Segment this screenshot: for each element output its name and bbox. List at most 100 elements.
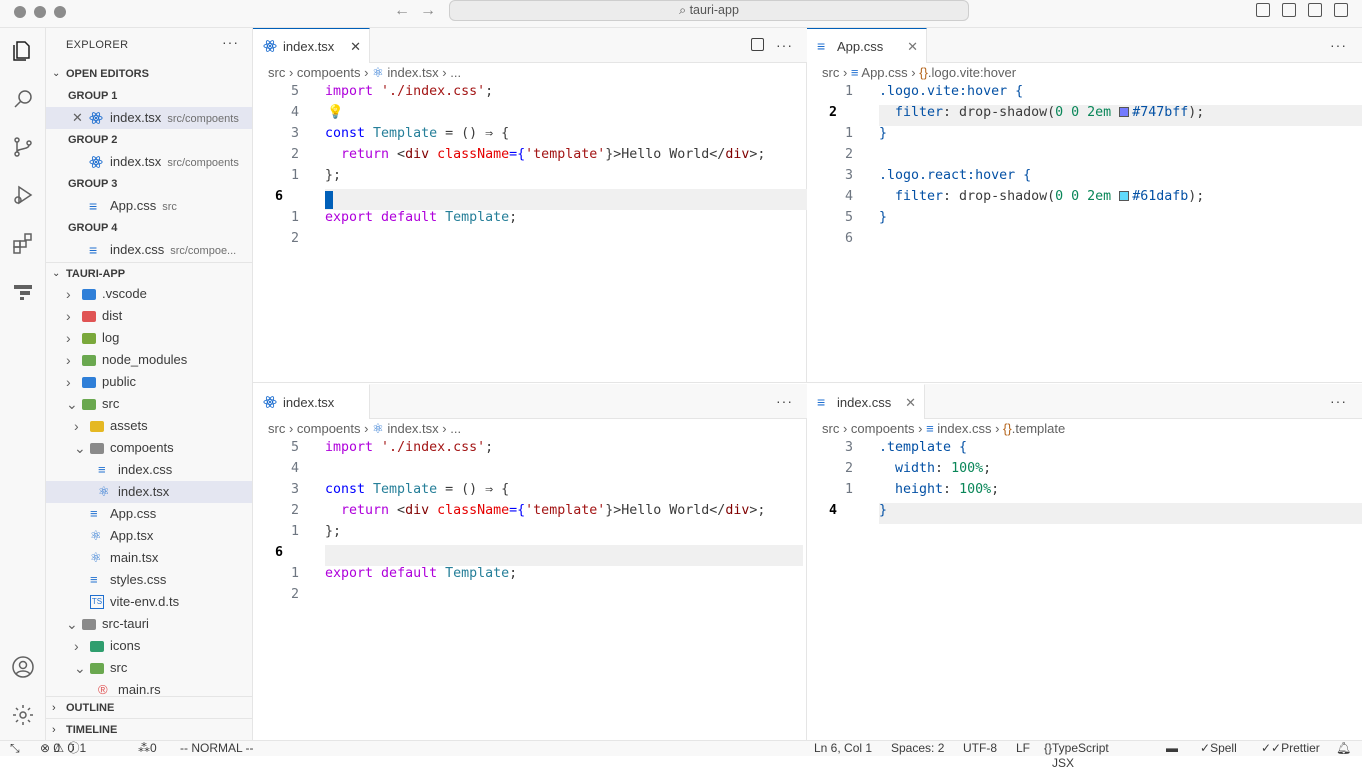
open-editors-section[interactable]: ⌄ OPEN EDITORS [46, 63, 252, 85]
notifications-bell-icon[interactable]: 🔔︎ [1336, 741, 1351, 756]
chevron-right-icon[interactable]: › [74, 635, 79, 657]
toggle-sidebar-icon[interactable] [1256, 3, 1270, 17]
tree-item[interactable]: ⌄ src [46, 393, 252, 415]
tab-index-tsx[interactable]: index.tsx ✕ [253, 28, 370, 63]
language-mode[interactable]: {} TypeScript JSX [1044, 741, 1109, 770]
code-editor[interactable]: 5 4 3 2 1 6 1 2 import './index.css'; co… [253, 440, 807, 730]
forward-arrow-icon[interactable]: → [420, 2, 436, 20]
search-icon[interactable] [8, 84, 38, 114]
spell-check[interactable]: ✓ Spell [1200, 741, 1237, 756]
chevron-right-icon[interactable]: › [66, 371, 71, 393]
breadcrumb[interactable]: src › compoents › ≡ index.css › {}.templ… [822, 421, 1065, 436]
remote-explorer-icon[interactable] [8, 276, 38, 306]
prettier[interactable]: ✓✓ Prettier [1261, 741, 1320, 756]
minimize-window-button[interactable] [34, 6, 46, 18]
chevron-down-icon[interactable]: ⌄ [74, 437, 86, 459]
source-control-icon[interactable] [8, 132, 38, 162]
more-actions-icon[interactable]: ··· [776, 37, 793, 53]
open-editor-item[interactable]: ✕ index.tsx src/compoents [46, 107, 252, 129]
color-swatch[interactable] [1119, 107, 1130, 117]
breadcrumb[interactable]: src › compoents › ⚛ index.tsx › ... [268, 65, 461, 81]
line-number-current: 6 [274, 545, 283, 560]
tree-item[interactable]: ≡ styles.css [46, 569, 252, 591]
tab-index-css[interactable]: ≡ index.css ✕ [807, 384, 925, 419]
chevron-right-icon[interactable]: › [66, 349, 71, 371]
command-center[interactable]: ⌕ tauri-app [449, 0, 969, 21]
tree-item[interactable]: TS vite-env.d.ts [46, 591, 252, 613]
close-icon[interactable]: ✕ [905, 385, 916, 420]
chevron-down-icon[interactable]: ⌄ [66, 613, 78, 635]
rust-icon: ® [98, 682, 108, 697]
ports-indicator[interactable]: ⁂ 0 [138, 741, 157, 756]
extensions-icon[interactable] [8, 228, 38, 258]
end-of-line[interactable]: LF [1016, 741, 1030, 756]
more-actions-icon[interactable]: ··· [1330, 37, 1347, 53]
open-editor-item[interactable]: ≡ App.css src [46, 195, 252, 217]
chevron-right-icon[interactable]: › [66, 283, 71, 305]
tree-item[interactable]: ⚛ App.tsx [46, 525, 252, 547]
outline-section[interactable]: › OUTLINE [46, 696, 252, 718]
close-icon[interactable]: ✕ [72, 107, 83, 129]
back-arrow-icon[interactable]: ← [394, 2, 410, 20]
lightbulb-icon[interactable]: 💡 [327, 105, 344, 120]
project-section[interactable]: ⌄ TAURI-APP [46, 262, 252, 284]
tree-item-label: index.tsx [118, 484, 170, 499]
chevron-right-icon[interactable]: › [66, 327, 71, 349]
chevron-right-icon[interactable]: › [66, 305, 71, 327]
tree-item-label: compoents [110, 440, 174, 455]
tree-item[interactable]: ⚛ main.tsx [46, 547, 252, 569]
tree-item[interactable]: › dist [46, 305, 252, 327]
file-name: index.tsx [110, 154, 162, 169]
chevron-right-icon[interactable]: › [74, 415, 79, 437]
breadcrumb[interactable]: src › compoents › ⚛ index.tsx › ... [268, 421, 461, 437]
line-number: 1 [290, 168, 299, 183]
explorer-icon[interactable] [8, 36, 38, 66]
customize-layout-icon[interactable] [1334, 3, 1348, 17]
remote-explorer-icon[interactable]: ▬ [1166, 741, 1178, 756]
tab-app-css[interactable]: ≡ App.css ✕ [807, 28, 927, 63]
cursor-position[interactable]: Ln 6, Col 1 [814, 741, 872, 756]
file-name: App.css [110, 198, 157, 213]
tree-item[interactable]: ⌄ src-tauri [46, 613, 252, 635]
toggle-secondary-sidebar-icon[interactable] [1308, 3, 1322, 17]
tree-item[interactable]: › icons [46, 635, 252, 657]
code-editor[interactable]: 5 4 3 2 1 6 1 2 import './index.css'; 💡 … [253, 84, 807, 374]
indentation[interactable]: Spaces: 2 [891, 741, 944, 756]
tree-item[interactable]: › node_modules [46, 349, 252, 371]
open-editor-item[interactable]: ≡ index.css src/compoe... [46, 239, 252, 261]
tree-item[interactable]: ≡ index.css [46, 459, 252, 481]
tree-item[interactable]: ⌄ src [46, 657, 252, 679]
close-icon[interactable]: ✕ [350, 29, 361, 64]
tree-item[interactable]: › public [46, 371, 252, 393]
code-editor[interactable]: 3 2 1 4 .template { width: 100%; height:… [807, 440, 1362, 730]
run-debug-icon[interactable] [8, 180, 38, 210]
tree-item[interactable]: › assets [46, 415, 252, 437]
chevron-down-icon[interactable]: ⌄ [74, 657, 86, 679]
tree-item[interactable]: ≡ App.css [46, 503, 252, 525]
tree-item[interactable]: ⌄ compoents [46, 437, 252, 459]
maximize-window-button[interactable] [54, 6, 66, 18]
tree-item[interactable]: › log [46, 327, 252, 349]
breadcrumb[interactable]: src › ≡ App.css › {}.logo.vite:hover [822, 65, 1016, 80]
split-editor-icon[interactable] [751, 38, 764, 51]
close-window-button[interactable] [14, 6, 26, 18]
open-editor-item[interactable]: index.tsx src/compoents [46, 151, 252, 173]
more-actions-icon[interactable]: ··· [1330, 393, 1347, 409]
problems-indicator[interactable]: ⊗ 0 ⚠ 0 ⓘ 1 [40, 741, 86, 756]
chevron-down-icon[interactable]: ⌄ [66, 393, 78, 415]
tree-item[interactable]: ⚛ index.tsx [46, 481, 252, 503]
more-actions-icon[interactable]: ··· [776, 393, 793, 409]
toggle-panel-icon[interactable] [1282, 3, 1296, 17]
close-icon[interactable]: ✕ [907, 29, 918, 64]
remote-icon[interactable]: ⤡ [10, 741, 20, 756]
color-swatch[interactable] [1119, 191, 1130, 201]
account-icon[interactable] [8, 652, 38, 682]
tab-index-tsx[interactable]: index.tsx [253, 384, 370, 419]
code-editor[interactable]: 1 2 1 2 3 4 5 6 .logo.vite:hover { filte… [807, 84, 1362, 374]
encoding[interactable]: UTF-8 [963, 741, 997, 756]
manage-gear-icon[interactable] [8, 700, 38, 730]
timeline-section[interactable]: › TIMELINE [46, 718, 252, 740]
tree-item[interactable]: › .vscode [46, 283, 252, 305]
more-actions-icon[interactable]: ··· [222, 34, 239, 50]
line-number: 3 [290, 482, 299, 497]
